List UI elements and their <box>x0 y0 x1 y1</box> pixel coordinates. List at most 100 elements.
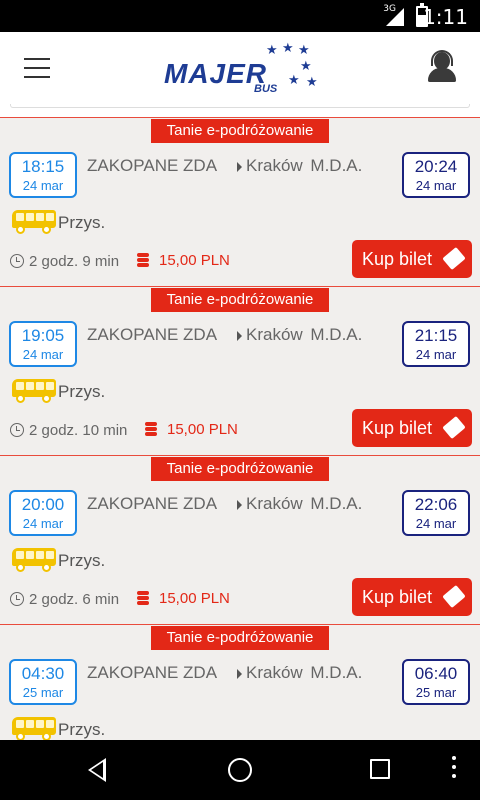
price-text: 15,00 PLN <box>159 252 230 269</box>
ticket-icon <box>442 415 466 440</box>
trip-card[interactable]: Tanie e-podróżowanie 04:30 25 mar ZAKOPA… <box>0 624 480 740</box>
coins-icon <box>137 591 151 605</box>
coins-icon <box>137 253 151 267</box>
arrival-box: 20:24 24 mar <box>402 152 470 198</box>
price-text: 15,00 PLN <box>159 590 230 607</box>
logo-star-icon: ★ <box>266 42 278 57</box>
logo-star-icon: ★ <box>306 74 318 89</box>
clock-icon <box>10 254 24 268</box>
duration: 2 godz. 6 min <box>10 590 119 608</box>
recent-apps-icon[interactable] <box>370 759 390 779</box>
logo-star-icon: ★ <box>300 58 312 73</box>
duration: 2 godz. 10 min <box>10 421 127 439</box>
buy-ticket-label: Kup bilet <box>362 587 433 607</box>
departure-box: 20:00 24 mar <box>9 490 77 536</box>
origin-stop: ZAKOPANE ZDA <box>87 325 218 344</box>
ticket-icon <box>442 246 466 271</box>
arrival-time: 21:15 <box>414 326 458 345</box>
duration-text: 2 godz. 10 min <box>29 422 128 439</box>
trip-card[interactable]: Tanie e-podróżowanie 19:05 24 mar ZAKOPA… <box>0 286 480 456</box>
system-nav-bar <box>0 740 480 800</box>
origin-stop: ZAKOPANE ZDA <box>87 663 218 682</box>
bus-icon <box>10 375 58 405</box>
coins-icon <box>145 422 159 436</box>
departure-date: 24 mar <box>22 516 64 531</box>
service-type: Przys. <box>58 213 106 232</box>
trip-list[interactable]: Tanie e-podróżowanie 18:15 24 mar ZAKOPA… <box>0 104 480 740</box>
search-summary-strip <box>0 104 480 118</box>
arrival-box: 06:40 25 mar <box>402 659 470 705</box>
promo-badge: Tanie e-podróżowanie <box>151 626 329 650</box>
promo-badge: Tanie e-podróżowanie <box>151 457 329 481</box>
departure-date: 24 mar <box>22 347 64 362</box>
home-icon[interactable] <box>228 758 252 782</box>
signal-icon <box>386 8 404 26</box>
majer-bus-logo[interactable]: ★ ★ ★ ★ ★ ★ MAJER BUS <box>160 40 330 98</box>
status-bar: 3G 1:11 <box>0 0 480 32</box>
bus-icon <box>10 206 58 236</box>
status-time: 1:11 <box>423 5 468 29</box>
service-type: Przys. <box>58 382 106 401</box>
more-options-icon[interactable] <box>452 756 458 784</box>
logo-star-icon: ★ <box>282 40 294 55</box>
arrow-right-icon <box>237 500 242 510</box>
arrow-right-icon <box>237 331 242 341</box>
departure-time: 18:15 <box>21 157 65 176</box>
buy-ticket-button[interactable]: Kup bilet <box>352 578 472 616</box>
departure-box: 19:05 24 mar <box>9 321 77 367</box>
clock-icon <box>10 592 24 606</box>
destination-stop: Kraków M.D.A. <box>246 325 363 344</box>
departure-box: 18:15 24 mar <box>9 152 77 198</box>
service-type: Przys. <box>58 551 106 570</box>
arrival-date: 25 mar <box>415 685 457 700</box>
arrow-right-icon <box>237 669 242 679</box>
origin-stop: ZAKOPANE ZDA <box>87 494 218 513</box>
logo-text: MAJER <box>164 58 268 89</box>
trip-card[interactable]: Tanie e-podróżowanie 18:15 24 mar ZAKOPA… <box>0 117 480 287</box>
clock-icon <box>10 423 24 437</box>
bus-icon <box>10 713 58 740</box>
app-header: ★ ★ ★ ★ ★ ★ MAJER BUS <box>0 32 480 104</box>
service-type: Przys. <box>58 720 106 739</box>
departure-date: 25 mar <box>22 685 64 700</box>
logo-subtext: BUS <box>254 83 278 95</box>
user-account-icon[interactable] <box>426 50 458 84</box>
duration: 2 godz. 9 min <box>10 252 119 270</box>
arrival-box: 21:15 24 mar <box>402 321 470 367</box>
destination-stop: Kraków M.D.A. <box>246 663 363 682</box>
buy-ticket-button[interactable]: Kup bilet <box>352 240 472 278</box>
buy-ticket-label: Kup bilet <box>362 418 433 438</box>
arrival-date: 24 mar <box>415 516 457 531</box>
arrival-time: 06:40 <box>414 664 458 683</box>
destination-stop: Kraków M.D.A. <box>246 156 363 175</box>
duration-text: 2 godz. 9 min <box>29 253 120 270</box>
duration-text: 2 godz. 6 min <box>29 591 120 608</box>
logo-star-icon: ★ <box>298 42 310 57</box>
price: 15,00 PLN <box>137 252 230 269</box>
buy-ticket-label: Kup bilet <box>362 249 433 269</box>
departure-box: 04:30 25 mar <box>9 659 77 705</box>
trip-card[interactable]: Tanie e-podróżowanie 20:00 24 mar ZAKOPA… <box>0 455 480 625</box>
arrival-box: 22:06 24 mar <box>402 490 470 536</box>
logo-star-icon: ★ <box>288 72 300 87</box>
arrival-time: 22:06 <box>414 495 458 514</box>
departure-date: 24 mar <box>22 178 64 193</box>
price: 15,00 PLN <box>137 590 230 607</box>
departure-time: 19:05 <box>21 326 65 345</box>
back-icon[interactable] <box>88 758 106 782</box>
origin-stop: ZAKOPANE ZDA <box>87 156 218 175</box>
price-text: 15,00 PLN <box>167 421 238 438</box>
ticket-icon <box>442 584 466 609</box>
hamburger-menu-icon[interactable] <box>24 58 50 78</box>
promo-badge: Tanie e-podróżowanie <box>151 288 329 312</box>
price: 15,00 PLN <box>145 421 238 438</box>
buy-ticket-button[interactable]: Kup bilet <box>352 409 472 447</box>
arrival-date: 24 mar <box>415 347 457 362</box>
promo-badge: Tanie e-podróżowanie <box>151 119 329 143</box>
arrival-date: 24 mar <box>415 178 457 193</box>
departure-time: 20:00 <box>21 495 65 514</box>
destination-stop: Kraków M.D.A. <box>246 494 363 513</box>
arrow-right-icon <box>237 162 242 172</box>
arrival-time: 20:24 <box>414 157 458 176</box>
departure-time: 04:30 <box>21 664 65 683</box>
